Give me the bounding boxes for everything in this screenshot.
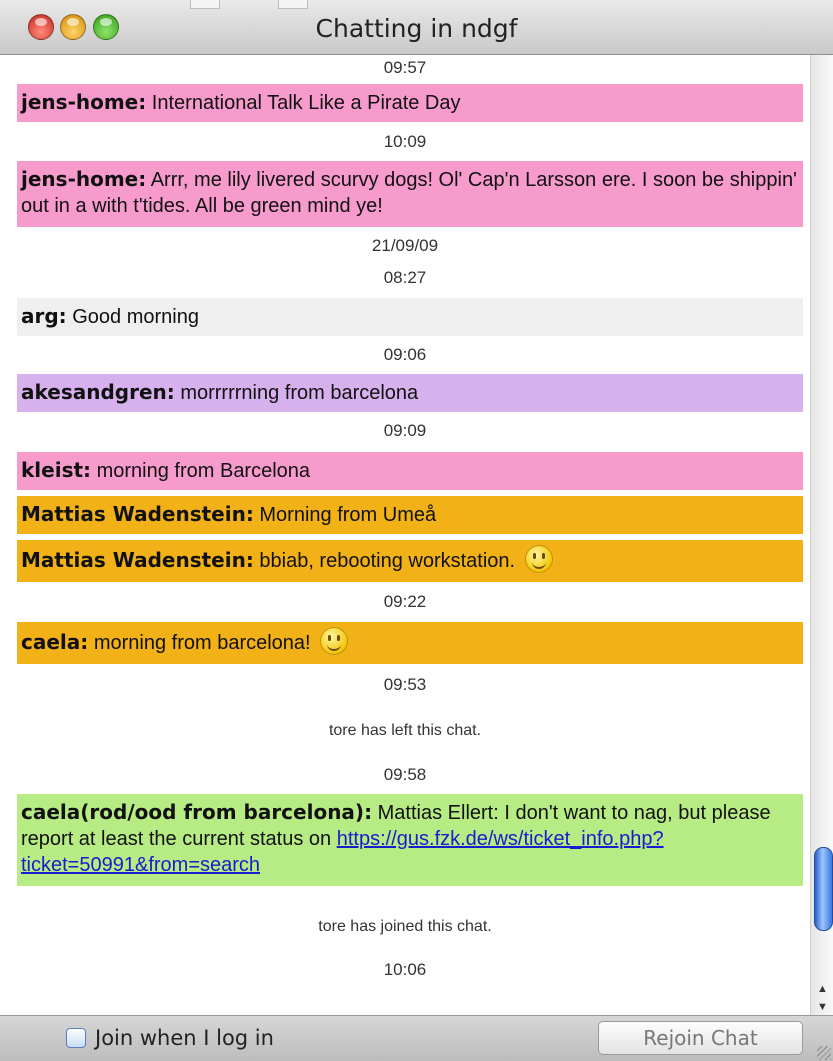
- chat-message: Mattias Wadenstein: Morning from Umeå: [17, 496, 803, 534]
- chat-transcript[interactable]: 09:57 jens-home: International Talk Like…: [0, 55, 810, 1015]
- scrollbar-thumb[interactable]: [814, 847, 833, 931]
- timestamp: 09:58: [383, 765, 427, 784]
- chat-message: caela: morning from barcelona!: [17, 622, 803, 664]
- smiley-icon: [524, 545, 553, 573]
- message-text: morrrrrning from barcelona: [174, 382, 419, 404]
- timestamp: 10:06: [383, 960, 427, 979]
- chat-message: akesandgren: morrrrrning from barcelona: [17, 374, 803, 412]
- vertical-scrollbar[interactable]: ▲ ▼: [810, 55, 833, 1015]
- title-bar[interactable]: Chatting in ndgf: [0, 0, 833, 55]
- message-sender: arg:: [21, 304, 67, 328]
- message-sender: Mattias Wadenstein:: [21, 502, 254, 526]
- scroll-down-arrow-icon[interactable]: ▼: [811, 998, 833, 1016]
- chat-message: jens-home: International Talk Like a Pir…: [17, 84, 803, 122]
- message-sender: jens-home:: [21, 90, 147, 114]
- message-text: morning from barcelona!: [88, 632, 317, 654]
- system-message: tore has joined this chat.: [318, 918, 492, 935]
- background-window-edge: [278, 0, 308, 9]
- resize-grip-icon[interactable]: [817, 1046, 831, 1060]
- message-sender: akesandgren:: [21, 380, 175, 404]
- message-sender: jens-home:: [21, 167, 147, 191]
- message-sender: caela:: [21, 630, 89, 654]
- timestamp: 09:53: [383, 675, 427, 694]
- timestamp: 10:09: [383, 132, 427, 151]
- message-text: Morning from Umeå: [253, 504, 437, 526]
- message-sender: kleist:: [21, 458, 92, 482]
- timestamp: 09:06: [383, 345, 427, 364]
- join-on-login-checkbox[interactable]: [66, 1028, 86, 1048]
- chat-message: kleist: morning from Barcelona: [17, 452, 803, 490]
- timestamp: 09:22: [383, 592, 427, 611]
- bottom-bar: Join when I log in Rejoin Chat: [0, 1015, 833, 1061]
- message-sender: caela(rod/ood from barcelona):: [21, 800, 373, 824]
- window-title: Chatting in ndgf: [315, 14, 518, 43]
- message-text: International Talk Like a Pirate Day: [146, 92, 461, 114]
- chat-window: Chatting in ndgf 09:57 jens-home: Intern…: [0, 0, 833, 1061]
- smiley-icon: [320, 627, 349, 655]
- timestamp: 09:09: [383, 421, 427, 440]
- chat-message: caela(rod/ood from barcelona): Mattias E…: [17, 794, 803, 886]
- background-window-edge: [190, 0, 220, 9]
- scroll-up-arrow-icon[interactable]: ▲: [811, 980, 833, 998]
- message-text: bbiab, rebooting workstation.: [253, 550, 521, 572]
- chat-message: Mattias Wadenstein: bbiab, rebooting wor…: [17, 540, 803, 582]
- message-text: morning from Barcelona: [91, 460, 311, 482]
- chat-message: arg: Good morning: [17, 298, 803, 336]
- message-text: Good morning: [66, 306, 199, 328]
- date-stamp: 21/09/09: [371, 236, 439, 255]
- timestamp: 09:57: [383, 58, 427, 77]
- message-sender: Mattias Wadenstein:: [21, 548, 254, 572]
- join-on-login-label[interactable]: Join when I log in: [95, 1026, 274, 1050]
- rejoin-chat-button[interactable]: Rejoin Chat: [598, 1021, 803, 1055]
- system-message: tore has left this chat.: [328, 722, 482, 739]
- timestamp: 08:27: [383, 268, 427, 287]
- chat-message: jens-home: Arrr, me lily livered scurvy …: [17, 161, 803, 227]
